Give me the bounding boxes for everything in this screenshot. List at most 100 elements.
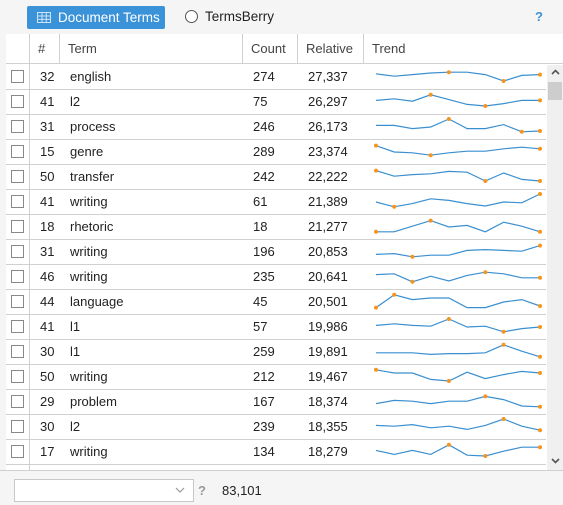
table-row[interactable]: 31 process 246 26,173 xyxy=(6,115,546,140)
sparkline-marker xyxy=(483,394,488,399)
terms-grid: # Term Count Relative Trend 32 english 274… xyxy=(6,34,563,470)
row-num: 31 xyxy=(40,244,55,259)
sparkline-marker xyxy=(519,129,524,134)
row-term: l1 xyxy=(70,319,81,334)
sparkline-marker xyxy=(446,442,451,447)
table-row[interactable]: 31 writing 196 20,853 xyxy=(6,240,546,265)
row-count: 289 xyxy=(253,144,275,159)
row-count: 242 xyxy=(253,169,275,184)
row-checkbox[interactable] xyxy=(11,120,24,133)
help-icon[interactable]: ? xyxy=(535,9,543,24)
chevron-down-icon[interactable] xyxy=(547,454,563,470)
sparkline-marker xyxy=(538,445,542,450)
scrollbar-thumb[interactable] xyxy=(548,82,562,100)
header-count[interactable]: Count xyxy=(243,34,298,64)
row-term: writing xyxy=(70,194,108,209)
sparkline-marker xyxy=(428,92,433,97)
table-row[interactable]: 29 problem 167 18,374 xyxy=(6,390,546,415)
grid-rows: 32 english 274 27,337 41 l2 75 26,297 31 process 2… xyxy=(6,65,546,465)
header-relative[interactable]: Relative xyxy=(298,34,364,64)
sparkline-marker xyxy=(538,275,542,280)
row-term: writing xyxy=(70,244,108,259)
sparkline-line xyxy=(375,170,541,182)
sparkline-marker xyxy=(483,454,488,458)
sparkline-marker xyxy=(501,417,506,421)
row-term: l1 xyxy=(70,344,81,359)
trend-sparkline xyxy=(375,192,542,209)
sparkline-marker xyxy=(538,146,542,151)
row-checkbox[interactable] xyxy=(11,370,24,383)
trend-sparkline xyxy=(375,270,542,284)
row-checkbox[interactable] xyxy=(11,195,24,208)
header-num[interactable]: # xyxy=(30,34,60,64)
row-num: 41 xyxy=(40,319,55,334)
table-row[interactable]: 32 english 274 27,337 xyxy=(6,65,546,90)
row-checkbox[interactable] xyxy=(11,145,24,158)
row-checkbox[interactable] xyxy=(11,320,24,333)
header-term[interactable]: Term xyxy=(60,34,243,64)
sparkline-marker xyxy=(428,218,433,223)
termsberry-radio[interactable]: TermsBerry xyxy=(185,9,274,24)
row-term: l2 xyxy=(70,94,81,109)
row-term: writing xyxy=(70,369,108,384)
sparkline-marker xyxy=(446,117,451,121)
row-checkbox[interactable] xyxy=(11,245,24,258)
table-row[interactable]: 30 l2 239 18,355 xyxy=(6,415,546,440)
row-num: 31 xyxy=(40,119,55,134)
trend-sparkline xyxy=(374,218,542,234)
table-row[interactable]: 44 language 45 20,501 xyxy=(6,290,546,315)
table-row[interactable]: 50 writing 212 19,467 xyxy=(6,365,546,390)
radio-unchecked-icon xyxy=(185,10,198,23)
table-row[interactable]: 41 l1 57 19,986 xyxy=(6,315,546,340)
row-term: writing xyxy=(70,269,108,284)
chevron-down-icon[interactable] xyxy=(175,482,185,501)
vertical-scrollbar[interactable] xyxy=(547,65,563,470)
row-checkbox[interactable] xyxy=(11,270,24,283)
row-num: 30 xyxy=(40,419,55,434)
row-checkbox[interactable] xyxy=(11,170,24,183)
table-row[interactable]: 17 writing 134 18,279 xyxy=(6,440,546,465)
row-checkbox[interactable] xyxy=(11,345,24,358)
row-count: 57 xyxy=(253,319,268,334)
table-row[interactable]: 18 rhetoric 18 21,277 xyxy=(6,215,546,240)
row-num: 30 xyxy=(40,344,55,359)
row-checkbox[interactable] xyxy=(11,70,24,83)
chevron-up-icon[interactable] xyxy=(547,65,563,81)
header-select-column xyxy=(6,34,30,64)
sparkline-marker xyxy=(410,254,415,259)
row-checkbox[interactable] xyxy=(11,445,24,458)
table-row[interactable]: 41 writing 61 21,389 xyxy=(6,190,546,215)
table-row[interactable]: 15 genre 289 23,374 xyxy=(6,140,546,165)
table-row[interactable]: 41 l2 75 26,297 xyxy=(6,90,546,115)
table-row[interactable]: 30 l1 259 19,891 xyxy=(6,340,546,365)
sparkline-marker xyxy=(538,229,542,234)
trend-sparkline xyxy=(375,70,542,83)
document-select[interactable] xyxy=(14,479,194,502)
document-terms-button[interactable]: Document Terms xyxy=(27,6,165,29)
sparkline-marker xyxy=(374,143,378,148)
total-terms: 83,101 xyxy=(222,483,262,498)
row-checkbox[interactable] xyxy=(11,420,24,433)
trend-sparkline xyxy=(374,292,542,310)
sparkline-marker xyxy=(538,98,542,103)
row-checkbox[interactable] xyxy=(11,95,24,108)
row-count: 246 xyxy=(253,119,275,134)
row-count: 259 xyxy=(253,344,275,359)
table-row[interactable]: 50 transfer 242 22,222 xyxy=(6,165,546,190)
sparkline-marker xyxy=(538,404,542,409)
row-relative: 26,173 xyxy=(308,119,348,134)
row-checkbox[interactable] xyxy=(11,395,24,408)
row-checkbox[interactable] xyxy=(11,220,24,233)
termsberry-label: TermsBerry xyxy=(205,9,275,24)
sparkline-marker xyxy=(374,305,378,310)
trend-sparkline xyxy=(374,168,542,183)
table-row[interactable]: 46 writing 235 20,641 xyxy=(6,265,546,290)
footer-help-icon[interactable]: ? xyxy=(198,483,206,498)
header-trend[interactable]: Trend xyxy=(364,34,563,64)
row-num: 50 xyxy=(40,369,55,384)
sparkline-marker xyxy=(538,179,542,183)
row-checkbox[interactable] xyxy=(11,295,24,308)
trend-sparkline xyxy=(374,143,542,158)
row-relative: 22,222 xyxy=(308,169,348,184)
row-num: 15 xyxy=(40,144,55,159)
